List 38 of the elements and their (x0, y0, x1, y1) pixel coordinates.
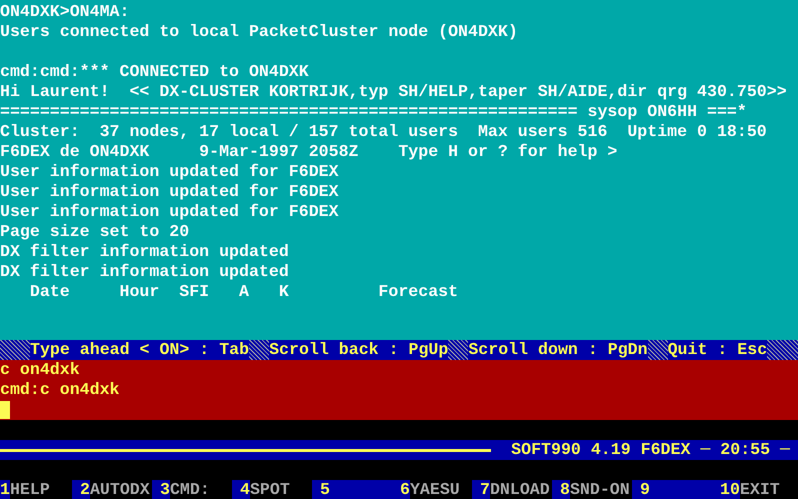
terminal-line: DX filter information updated (0, 242, 289, 262)
terminal-line: Cluster: 37 nodes, 17 local / 157 total users Max users 516 Uptime 0 18:50 (0, 122, 767, 142)
function-key[interactable]: 10EXIT (720, 480, 798, 499)
text-cursor (0, 401, 10, 419)
input-pane[interactable]: c on4dxk cmd:c on4dxk (0, 360, 798, 420)
terminal-line: DX filter information updated (0, 262, 289, 282)
terminal-line: Users connected to local PacketCluster node (ON4DXK) (0, 22, 518, 42)
function-key[interactable]: 6YAESU (400, 480, 480, 499)
function-key[interactable]: 2AUTODX (80, 480, 160, 499)
function-key[interactable]: 4SPOT (240, 480, 320, 499)
hatch-pattern (648, 340, 668, 360)
terminal-line: User information updated for F6DEX (0, 202, 339, 222)
function-key[interactable]: 3CMD: (160, 480, 240, 499)
terminal-line: ON4DXK>ON4MA: (0, 2, 130, 22)
function-key[interactable]: 5 (320, 480, 400, 499)
key-hint: Scroll down : PgDn (468, 340, 648, 360)
terminal-line: Date Hour SFI A K Forecast (28, 282, 458, 302)
terminal-line: ========================================================== sysop ON6HH ===* (0, 102, 747, 122)
function-key[interactable]: 9 (640, 480, 720, 499)
input-line: cmd:c on4dxk (0, 380, 120, 400)
function-key[interactable]: 7DNLOAD (480, 480, 560, 499)
key-hint: Scroll back : PgUp (269, 340, 448, 360)
function-key[interactable]: 1HELP (0, 480, 80, 499)
terminal-line: User information updated for F6DEX (0, 162, 339, 182)
key-hint: Quit : Esc (668, 340, 768, 360)
hatch-pattern (767, 340, 798, 360)
input-line: c on4dxk (0, 360, 80, 380)
terminal-line: Hi Laurent! << DX-CLUSTER KORTRIJK,typ SH/HELP,taper SH/AIDE,dir qrg 430.750>> (0, 82, 787, 102)
hatch-pattern (249, 340, 270, 360)
key-hint: Type ahead < ON> : Tab (30, 340, 250, 360)
terminal-line: User information updated for F6DEX (0, 182, 339, 202)
terminal-line: F6DEX de ON4DXK 9-Mar-1997 2058Z Type H or ? for help > (0, 142, 618, 162)
function-key[interactable]: 8SND-ON (560, 480, 640, 499)
hatch-pattern (0, 340, 30, 360)
terminal-line: cmd:cmd:*** CONNECTED to ON4DXK (0, 62, 309, 82)
terminal-line: Page size set to 20 (0, 222, 190, 242)
title-text: SOFT990 4.19 F6DEX ─ 20:55 ─ (511, 440, 791, 460)
hatch-pattern (448, 340, 468, 360)
